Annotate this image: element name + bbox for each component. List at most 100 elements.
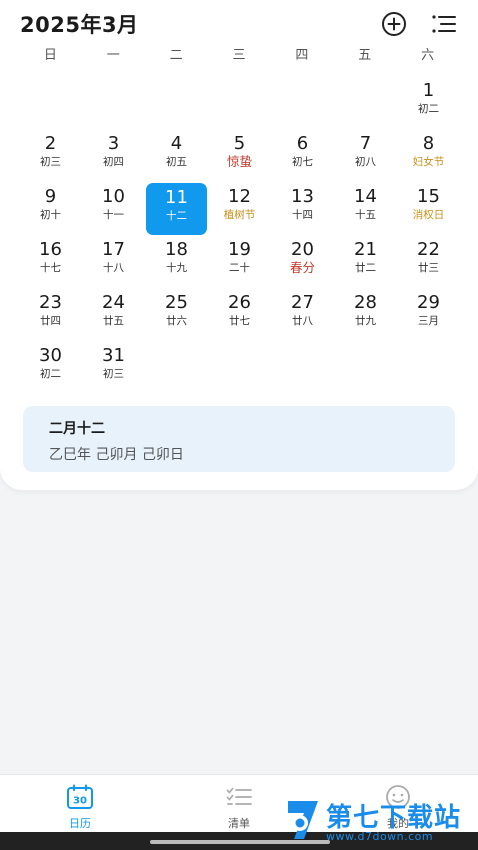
lunar-label: 初十 — [40, 209, 61, 221]
list-menu-icon[interactable] — [430, 10, 458, 38]
lunar-label: 惊蛰 — [226, 154, 252, 169]
lunar-label: 植树节 — [223, 209, 256, 221]
day-cell[interactable]: 23 廿四 — [19, 288, 82, 341]
day-cell[interactable]: 8 妇女节 — [397, 129, 460, 182]
day-cell-selected[interactable]: 11 十二 — [146, 183, 207, 235]
day-cell[interactable]: 6 初七 — [271, 129, 334, 182]
calendar-icon-text: 30 — [73, 796, 87, 807]
day-number: 12 — [228, 186, 251, 207]
day-cell[interactable]: 21 廿二 — [334, 235, 397, 288]
day-cell[interactable]: 27 廿八 — [271, 288, 334, 341]
ganzhi-date: 乙巳年 己卯月 己卯日 — [49, 447, 184, 463]
lunar-label: 十九 — [166, 262, 187, 274]
empty-day-cell — [271, 76, 334, 129]
nav-calendar[interactable]: 30 日历 — [30, 775, 130, 833]
lunar-label: 初八 — [355, 156, 376, 168]
day-number: 22 — [417, 239, 440, 260]
empty-day-cell — [208, 76, 271, 129]
day-cell[interactable]: 12 植树节 — [208, 182, 271, 235]
day-number: 23 — [39, 292, 62, 313]
day-cell[interactable]: 30 初二 — [19, 341, 82, 394]
day-number: 16 — [39, 239, 62, 260]
day-cell[interactable]: 17 十八 — [82, 235, 145, 288]
day-cell[interactable]: 22 廿三 — [397, 235, 460, 288]
weekday-label: 六 — [421, 48, 435, 63]
day-number: 27 — [291, 292, 314, 313]
day-cell[interactable]: 16 十七 — [19, 235, 82, 288]
lunar-label: 十二 — [166, 210, 187, 222]
day-number: 4 — [170, 133, 183, 154]
day-number: 17 — [102, 239, 125, 260]
day-cell[interactable]: 26 廿七 — [208, 288, 271, 341]
lunar-label: 春分 — [289, 260, 315, 275]
calendar-icon: 30 — [67, 784, 93, 809]
day-number: 28 — [354, 292, 377, 313]
day-cell[interactable]: 3 初四 — [82, 129, 145, 182]
day-number: 13 — [291, 186, 314, 207]
day-cell[interactable]: 13 十四 — [271, 182, 334, 235]
lunar-label: 廿三 — [418, 262, 439, 274]
lunar-label: 廿六 — [166, 315, 187, 327]
day-number: 15 — [417, 186, 440, 207]
lunar-label: 廿五 — [103, 315, 124, 327]
day-number: 20 — [291, 239, 314, 260]
watermark-logo-icon — [288, 801, 318, 839]
day-number: 1 — [422, 80, 435, 101]
lunar-label: 廿四 — [40, 315, 61, 327]
day-cell[interactable]: 9 初十 — [19, 182, 82, 235]
day-cell[interactable]: 20 春分 — [271, 235, 334, 288]
weekday-label: 四 — [295, 48, 309, 63]
lunar-label: 十七 — [40, 262, 61, 274]
day-cell[interactable]: 29 三月 — [397, 288, 460, 341]
day-number: 30 — [39, 345, 62, 366]
empty-day-cell — [19, 76, 82, 129]
day-cell[interactable]: 28 廿九 — [334, 288, 397, 341]
day-cell[interactable]: 18 十九 — [145, 235, 208, 288]
day-cell[interactable]: 10 十一 — [82, 182, 145, 235]
day-cell[interactable]: 15 消权日 — [397, 182, 460, 235]
day-cell[interactable]: 2 初三 — [19, 129, 82, 182]
day-number: 24 — [102, 292, 125, 313]
lunar-label: 初二 — [40, 368, 61, 380]
day-number: 7 — [359, 133, 372, 154]
day-cell[interactable]: 14 十五 — [334, 182, 397, 235]
weekday-label: 一 — [106, 48, 120, 63]
lunar-label: 十一 — [103, 209, 124, 221]
lunar-label: 初三 — [40, 156, 61, 168]
day-cell[interactable]: 7 初八 — [334, 129, 397, 182]
nav-list[interactable]: 清单 — [189, 775, 289, 833]
checklist-icon — [226, 787, 252, 805]
day-number: 21 — [354, 239, 377, 260]
lunar-label: 初七 — [292, 156, 313, 168]
lunar-date: 二月十二 — [49, 421, 105, 437]
day-cell[interactable]: 1 初二 — [397, 76, 460, 129]
watermark-url: www.d7down.com — [326, 830, 434, 843]
watermark-title: 第七下载站 — [326, 803, 462, 833]
day-number: 2 — [44, 133, 57, 154]
lunar-label: 初五 — [166, 156, 187, 168]
day-cell[interactable]: 31 初三 — [82, 341, 145, 394]
day-cell[interactable]: 4 初五 — [145, 129, 208, 182]
month-title[interactable]: 2025年3月 — [20, 9, 139, 39]
weekday-label: 五 — [358, 48, 372, 63]
calendar-header: 2025年3月 — [0, 0, 478, 44]
lunar-label: 廿八 — [292, 315, 313, 327]
selected-date-info[interactable]: 二月十二 乙巳年 己卯月 己卯日 — [23, 406, 455, 472]
day-number: 8 — [422, 133, 435, 154]
day-cell[interactable]: 5 惊蛰 — [208, 129, 271, 182]
day-number: 5 — [233, 133, 246, 154]
lunar-label: 十五 — [355, 209, 376, 221]
day-number: 31 — [102, 345, 125, 366]
day-cell[interactable]: 19 二十 — [208, 235, 271, 288]
day-number: 6 — [296, 133, 309, 154]
lunar-label: 廿二 — [355, 262, 376, 274]
day-cell[interactable]: 25 廿六 — [145, 288, 208, 341]
lunar-label: 初二 — [418, 103, 439, 115]
lunar-label: 妇女节 — [412, 156, 445, 168]
day-number: 14 — [354, 186, 377, 207]
day-cell[interactable]: 24 廿五 — [82, 288, 145, 341]
calendar-card: 2025年3月 日 一 二 三 四 五 六 1 初二 2 初三 3 初四 4 初五 5 惊蛰 6 初 — [0, 0, 478, 490]
add-circle-icon[interactable] — [380, 10, 408, 38]
month-grid: 1 初二 2 初三 3 初四 4 初五 5 惊蛰 6 初七 7 初八 8 妇女节 9 初十 10 十一 11 十二 12 植树… — [0, 76, 478, 394]
day-number: 26 — [228, 292, 251, 313]
